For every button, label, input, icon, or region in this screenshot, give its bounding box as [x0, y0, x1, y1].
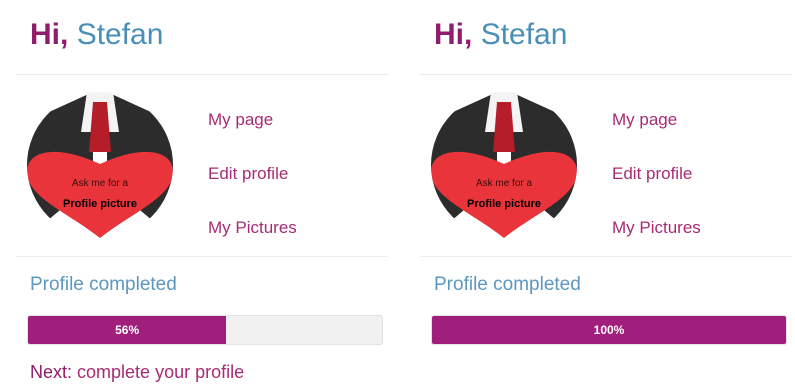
divider — [420, 74, 792, 75]
profile-progress-bar: 100% — [431, 315, 787, 345]
divider — [16, 74, 388, 75]
greeting: Hi, Stefan — [30, 18, 163, 52]
profile-menu: My page Edit profile My Pictures — [612, 103, 701, 265]
greeting-hi: Hi, — [434, 18, 473, 51]
avatar[interactable]: Ask me for a Profile picture — [431, 92, 577, 238]
greeting: Hi, Stefan — [434, 18, 567, 52]
divider — [16, 256, 388, 257]
edit-profile-link[interactable]: Edit profile — [208, 157, 297, 211]
avatar-caption-profile-picture: Profile picture — [467, 198, 541, 210]
profile-widget-left: Hi, Stefan Ask me for a Profile picture … — [16, 0, 388, 389]
greeting-user-name: Stefan — [480, 18, 568, 51]
greeting-user-name: Stefan — [76, 18, 164, 51]
profile-widget-right: Hi, Stefan Ask me for a Profile picture … — [420, 0, 792, 389]
avatar-placeholder-illustration — [27, 92, 173, 238]
progress-text: 100% — [593, 323, 625, 337]
next-step: Next: complete your profile — [30, 362, 244, 383]
avatar-caption-ask: Ask me for a — [475, 178, 533, 189]
divider — [420, 256, 792, 257]
profile-menu: My page Edit profile My Pictures — [208, 103, 297, 265]
progress-fill: 56% — [28, 316, 227, 344]
greeting-hi: Hi, — [30, 18, 69, 51]
avatar-caption-profile-picture: Profile picture — [63, 198, 137, 210]
avatar-caption-ask: Ask me for a — [71, 178, 129, 189]
progress-text: 56% — [115, 323, 140, 337]
complete-profile-link[interactable]: complete your profile — [77, 362, 244, 382]
profile-progress-bar: 56% — [27, 315, 383, 345]
edit-profile-link[interactable]: Edit profile — [612, 157, 701, 211]
avatar[interactable]: Ask me for a Profile picture — [27, 92, 173, 238]
profile-completed-label: Profile completed — [30, 274, 177, 295]
my-page-link[interactable]: My page — [612, 103, 701, 157]
profile-completed-label: Profile completed — [434, 274, 581, 295]
avatar-placeholder-illustration — [431, 92, 577, 238]
my-page-link[interactable]: My page — [208, 103, 297, 157]
next-step-label: Next: — [30, 362, 73, 382]
progress-fill: 100% — [432, 316, 786, 344]
